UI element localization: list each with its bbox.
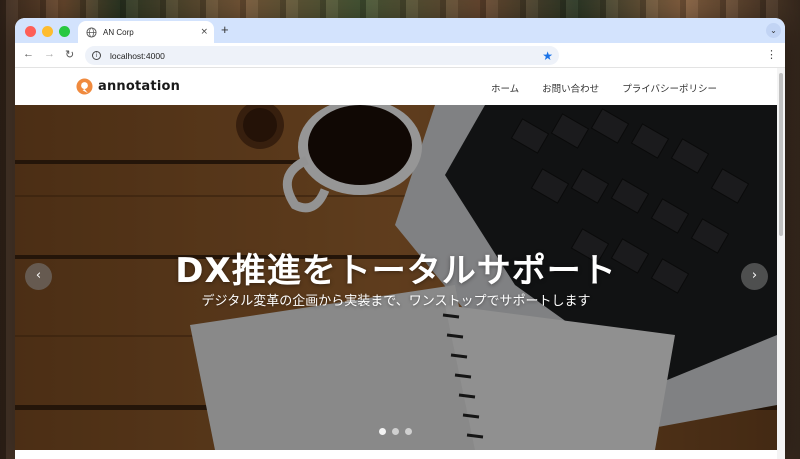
- carousel-next-button[interactable]: ›: [741, 263, 768, 290]
- carousel-prev-button[interactable]: ‹: [25, 263, 52, 290]
- browser-window: AN Corp × + ⌄ ← → ↻ i localhost:4000 ★ ⋮…: [15, 18, 785, 459]
- carousel-dot-3[interactable]: [405, 428, 412, 435]
- site-logo[interactable]: annotation: [76, 78, 180, 95]
- tab-strip: AN Corp × + ⌄: [15, 18, 785, 43]
- window-controls: [25, 26, 70, 37]
- address-bar[interactable]: i localhost:4000 ★: [85, 46, 559, 65]
- nav-link-home[interactable]: ホーム: [491, 81, 519, 95]
- tab-title: AN Corp: [103, 27, 134, 37]
- reload-icon[interactable]: ↻: [65, 48, 74, 61]
- hero-subtitle: デジタル変革の企画から実装まで、ワンストップでサポートします: [201, 294, 591, 309]
- hero-title: DX推進をトータルサポート: [175, 251, 617, 291]
- browser-menu-icon[interactable]: ⋮: [766, 48, 777, 61]
- nav-link-privacy[interactable]: プライバシーポリシー: [622, 81, 717, 95]
- site-info-icon[interactable]: i: [92, 51, 101, 60]
- main-nav: ホーム お問い合わせ プライバシーポリシー: [491, 81, 717, 95]
- minimize-window-button[interactable]: [42, 26, 53, 37]
- bookmark-star-icon[interactable]: ★: [542, 49, 553, 63]
- close-tab-icon[interactable]: ×: [200, 27, 208, 37]
- globe-icon: [86, 26, 97, 38]
- close-window-button[interactable]: [25, 26, 36, 37]
- page-scrollbar[interactable]: [777, 68, 785, 459]
- logo-mark-icon: [76, 78, 93, 95]
- tab-search-button[interactable]: ⌄: [766, 23, 781, 38]
- scrollbar-thumb[interactable]: [779, 73, 783, 236]
- site-header: annotation ホーム お問い合わせ プライバシーポリシー: [15, 68, 777, 105]
- new-tab-button[interactable]: +: [221, 22, 229, 37]
- browser-tab[interactable]: AN Corp ×: [78, 21, 214, 43]
- hero-carousel: DX推進をトータルサポート デジタル変革の企画から実装まで、ワンストップでサポー…: [15, 105, 777, 450]
- carousel-dot-1[interactable]: [379, 428, 386, 435]
- web-page: annotation ホーム お問い合わせ プライバシーポリシー DX推進をトー…: [15, 68, 777, 459]
- carousel-indicators: [379, 428, 412, 435]
- back-arrow-icon[interactable]: ←: [23, 48, 34, 60]
- carousel-dot-2[interactable]: [392, 428, 399, 435]
- logo-text: annotation: [98, 79, 181, 94]
- maximize-window-button[interactable]: [59, 26, 70, 37]
- browser-toolbar: ← → ↻ i localhost:4000 ★ ⋮: [15, 43, 785, 68]
- url-text[interactable]: localhost:4000: [110, 51, 542, 61]
- nav-link-contact[interactable]: お問い合わせ: [542, 81, 599, 95]
- forward-arrow-icon[interactable]: →: [44, 48, 55, 60]
